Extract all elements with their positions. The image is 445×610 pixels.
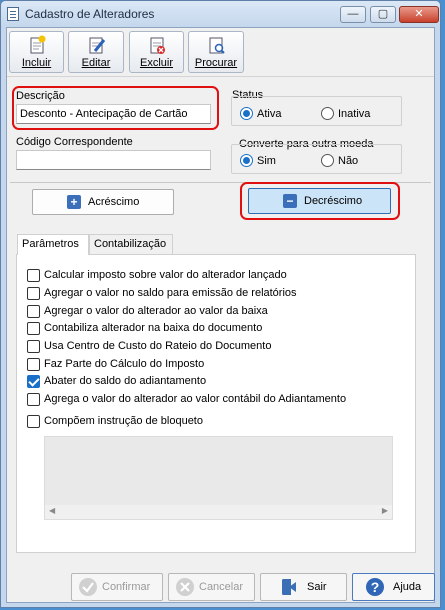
param-label: Usa Centro de Custo do Rateio do Documen… [44, 340, 272, 352]
descricao-label: Descrição [16, 90, 65, 102]
sair-button[interactable]: Sair [260, 573, 347, 601]
check-icon [79, 578, 97, 596]
param-label: Agregar o valor do alterador ao valor da… [44, 305, 268, 317]
param-label: Abater do saldo do adiantamento [44, 375, 207, 387]
param-label: Compõem instrução de bloqueto [44, 415, 203, 427]
param-checkbox[interactable] [27, 358, 40, 371]
decrescimo-button[interactable]: − Decréscimo [248, 188, 391, 214]
new-document-icon [30, 35, 46, 54]
codigo-label: Código Correspondente [16, 136, 133, 148]
search-icon [209, 37, 225, 54]
editar-label: Editar [81, 57, 111, 69]
ajuda-label: Ajuda [393, 581, 422, 593]
converte-sim-radio[interactable] [240, 154, 253, 167]
title-bar[interactable]: Cadastro de Alteradores — ▢ ✕ [1, 1, 440, 27]
param-checkbox[interactable] [27, 305, 40, 318]
scroll-right-icon[interactable]: ▶ [382, 506, 388, 515]
excluir-button[interactable]: Excluir [129, 31, 184, 73]
param-checkbox[interactable] [27, 322, 40, 335]
help-icon: ? [366, 578, 384, 596]
scroll-left-icon[interactable]: ◀ [49, 506, 55, 515]
param-checkbox[interactable] [27, 415, 40, 428]
exit-door-icon [282, 579, 296, 595]
horizontal-scrollbar[interactable]: ◀ ▶ [45, 505, 392, 519]
cancelar-button[interactable]: Cancelar [168, 573, 255, 601]
decrescimo-label: Decréscimo [304, 195, 363, 207]
close-button[interactable]: ✕ [399, 6, 439, 23]
descricao-field[interactable]: Desconto - Antecipação de Cartão [16, 104, 211, 124]
param-label: Agregar o valor no saldo para emissão de… [44, 287, 297, 299]
incluir-label: Incluir [21, 57, 52, 69]
app-window: Cadastro de Alteradores — ▢ ✕ Incluir Ed… [0, 0, 441, 608]
sair-label: Sair [307, 581, 327, 593]
converte-nao-label: Não [338, 155, 359, 167]
procurar-label: Procurar [194, 57, 238, 69]
bloqueto-grid[interactable]: ◀ ▶ [44, 436, 393, 520]
toolbar: Incluir Editar Excluir Procurar [7, 28, 434, 77]
param-checkbox[interactable] [27, 287, 40, 300]
param-checkbox[interactable] [27, 269, 40, 282]
param-label: Contabiliza alterador na baixa do docume… [44, 322, 263, 334]
svg-text:?: ? [371, 579, 380, 595]
param-checkbox[interactable] [27, 340, 40, 353]
window-title: Cadastro de Alteradores [25, 7, 155, 21]
excluir-label: Excluir [139, 57, 173, 69]
client-area: Incluir Editar Excluir Procurar Descriçã… [6, 27, 435, 603]
cancelar-label: Cancelar [199, 581, 244, 593]
minus-icon: − [283, 194, 297, 208]
minimize-button[interactable]: — [340, 6, 366, 23]
tab-contabilizacao[interactable]: Contabilização [89, 234, 173, 254]
acrescimo-button[interactable]: + Acréscimo [32, 189, 174, 215]
converte-nao-radio[interactable] [321, 154, 334, 167]
param-checkbox-checked[interactable] [27, 375, 40, 388]
confirmar-button[interactable]: Confirmar [71, 573, 163, 601]
status-ativa-label: Ativa [257, 108, 282, 120]
ajuda-button[interactable]: ? Ajuda [352, 573, 435, 601]
editar-button[interactable]: Editar [68, 31, 124, 73]
acrescimo-label: Acréscimo [88, 196, 140, 208]
converte-sim-label: Sim [257, 155, 276, 167]
cancel-icon [176, 578, 194, 596]
status-inativa-radio[interactable] [321, 107, 334, 120]
codigo-field[interactable] [16, 150, 211, 170]
tab-parametros[interactable]: Parâmetros [17, 234, 89, 255]
maximize-button[interactable]: ▢ [370, 6, 396, 23]
status-inativa-label: Inativa [338, 108, 371, 120]
param-label: Agrega o valor do alterador ao valor con… [44, 393, 347, 405]
confirmar-label: Confirmar [102, 581, 151, 593]
delete-icon [150, 37, 165, 54]
param-label: Faz Parte do Cálculo do Imposto [44, 358, 205, 370]
param-checkbox[interactable] [27, 393, 40, 406]
status-ativa-radio[interactable] [240, 107, 253, 120]
plus-icon: + [67, 195, 81, 209]
param-label: Calcular imposto sobre valor do alterado… [44, 269, 287, 281]
procurar-button[interactable]: Procurar [188, 31, 244, 73]
app-icon [7, 7, 19, 21]
incluir-button[interactable]: Incluir [9, 31, 64, 73]
edit-icon [89, 37, 106, 54]
